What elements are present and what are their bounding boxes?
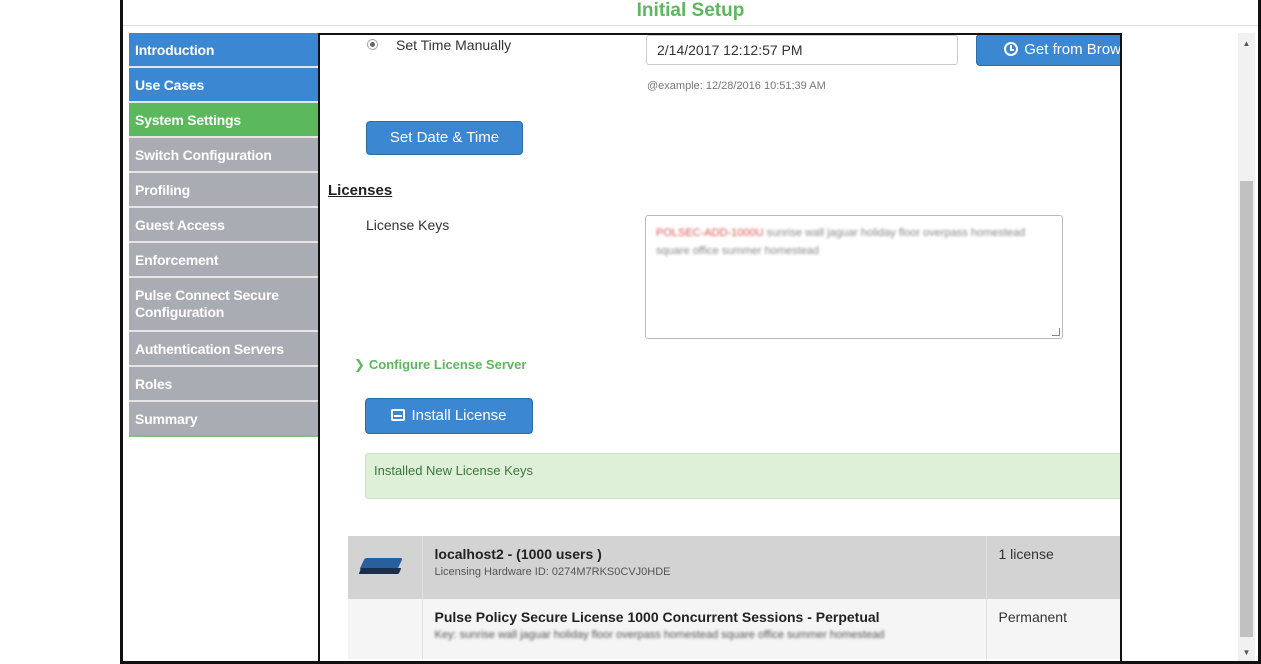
sidebar-item-pulse-connect-secure[interactable]: Pulse Connect Secure Configuration [129,278,319,332]
sidebar-item-introduction[interactable]: Introduction [129,33,319,68]
clock-icon [1004,42,1019,56]
device-name: localhost2 - (1000 users ) [434,546,602,562]
sidebar-item-roles[interactable]: Roles [129,367,319,402]
sidebar-item-summary[interactable]: Summary [129,402,319,437]
install-license-label: Install License [411,407,507,424]
licenses-section-title: Licenses [328,182,393,199]
license-icon-cell [348,599,423,659]
license-info-cell: Pulse Policy Secure License 1000 Concurr… [422,599,987,659]
license-table: localhost2 - (1000 users ) Licensing Har… [348,536,1120,659]
sidebar-item-use-cases[interactable]: Use Cases [129,68,319,103]
vertical-scrollbar[interactable]: ▲ ▼ [1238,33,1255,661]
license-name: Pulse Policy Secure License 1000 Concurr… [434,609,880,625]
scroll-down-arrow-icon[interactable]: ▼ [1238,644,1255,661]
license-keys-textarea[interactable]: POLSEC-ADD-1000U sunrise wall jaguar hol… [645,215,1063,339]
title-bar: Initial Setup [123,0,1258,26]
device-cell [348,536,423,599]
get-from-browser-button[interactable]: Get from Browser [976,35,1121,66]
page-title: Initial Setup [636,0,745,21]
settings-panel: Set Time Manually 2/14/2017 12:12:57 PM … [318,33,1122,661]
get-from-browser-label: Get from Browser [1024,41,1121,58]
configure-license-server-link[interactable]: ❯ Configure License Server [354,357,526,373]
table-row-device: localhost2 - (1000 users ) Licensing Har… [348,536,1120,599]
sidebar-item-guest-access[interactable]: Guest Access [129,208,319,243]
device-info-cell: localhost2 - (1000 users ) Licensing Har… [422,536,987,599]
install-success-alert: Installed New License Keys ✖ [365,453,1120,499]
resize-handle-icon[interactable] [1052,328,1060,336]
sidebar-item-switch-configuration[interactable]: Switch Configuration [129,138,319,173]
datetime-example-hint: @example: 12/28/2016 10:51:39 AM [647,80,826,92]
wizard-sidebar: Introduction Use Cases System Settings S… [129,33,321,437]
set-date-time-button[interactable]: Set Date & Time [366,121,523,155]
set-time-manually-label: Set Time Manually [396,37,512,53]
scroll-up-arrow-icon[interactable]: ▲ [1238,35,1255,52]
install-license-button[interactable]: Install License [365,398,533,434]
hardware-id: Licensing Hardware ID: 0274M7RKS0CVJ0HDE [434,566,671,578]
license-key-line: Key: sunrise wall jaguar holiday floor o… [434,629,885,641]
appliance-icon [358,554,404,578]
scrollbar-thumb[interactable] [1240,181,1253,637]
datetime-input[interactable]: 2/14/2017 12:12:57 PM [646,35,958,65]
sidebar-item-system-settings[interactable]: System Settings [129,103,319,138]
sidebar-item-profiling[interactable]: Profiling [129,173,319,208]
license-key-prefix: POLSEC-ADD-1000U [656,227,764,239]
chevron-right-icon: ❯ [354,357,365,372]
license-term-cell: Permanent [986,599,1120,659]
sidebar-item-authentication-servers[interactable]: Authentication Servers [129,332,319,367]
sidebar-item-enforcement[interactable]: Enforcement [129,243,319,278]
inbox-icon [391,409,406,421]
table-row-license: Pulse Policy Secure License 1000 Concurr… [348,599,1120,659]
configure-license-server-label: Configure License Server [368,357,527,372]
license-keys-label: License Keys [366,217,450,233]
set-time-manually-radio[interactable] [367,39,378,50]
alert-message: Installed New License Keys [374,463,533,478]
license-count-cell: 1 license [986,536,1120,599]
